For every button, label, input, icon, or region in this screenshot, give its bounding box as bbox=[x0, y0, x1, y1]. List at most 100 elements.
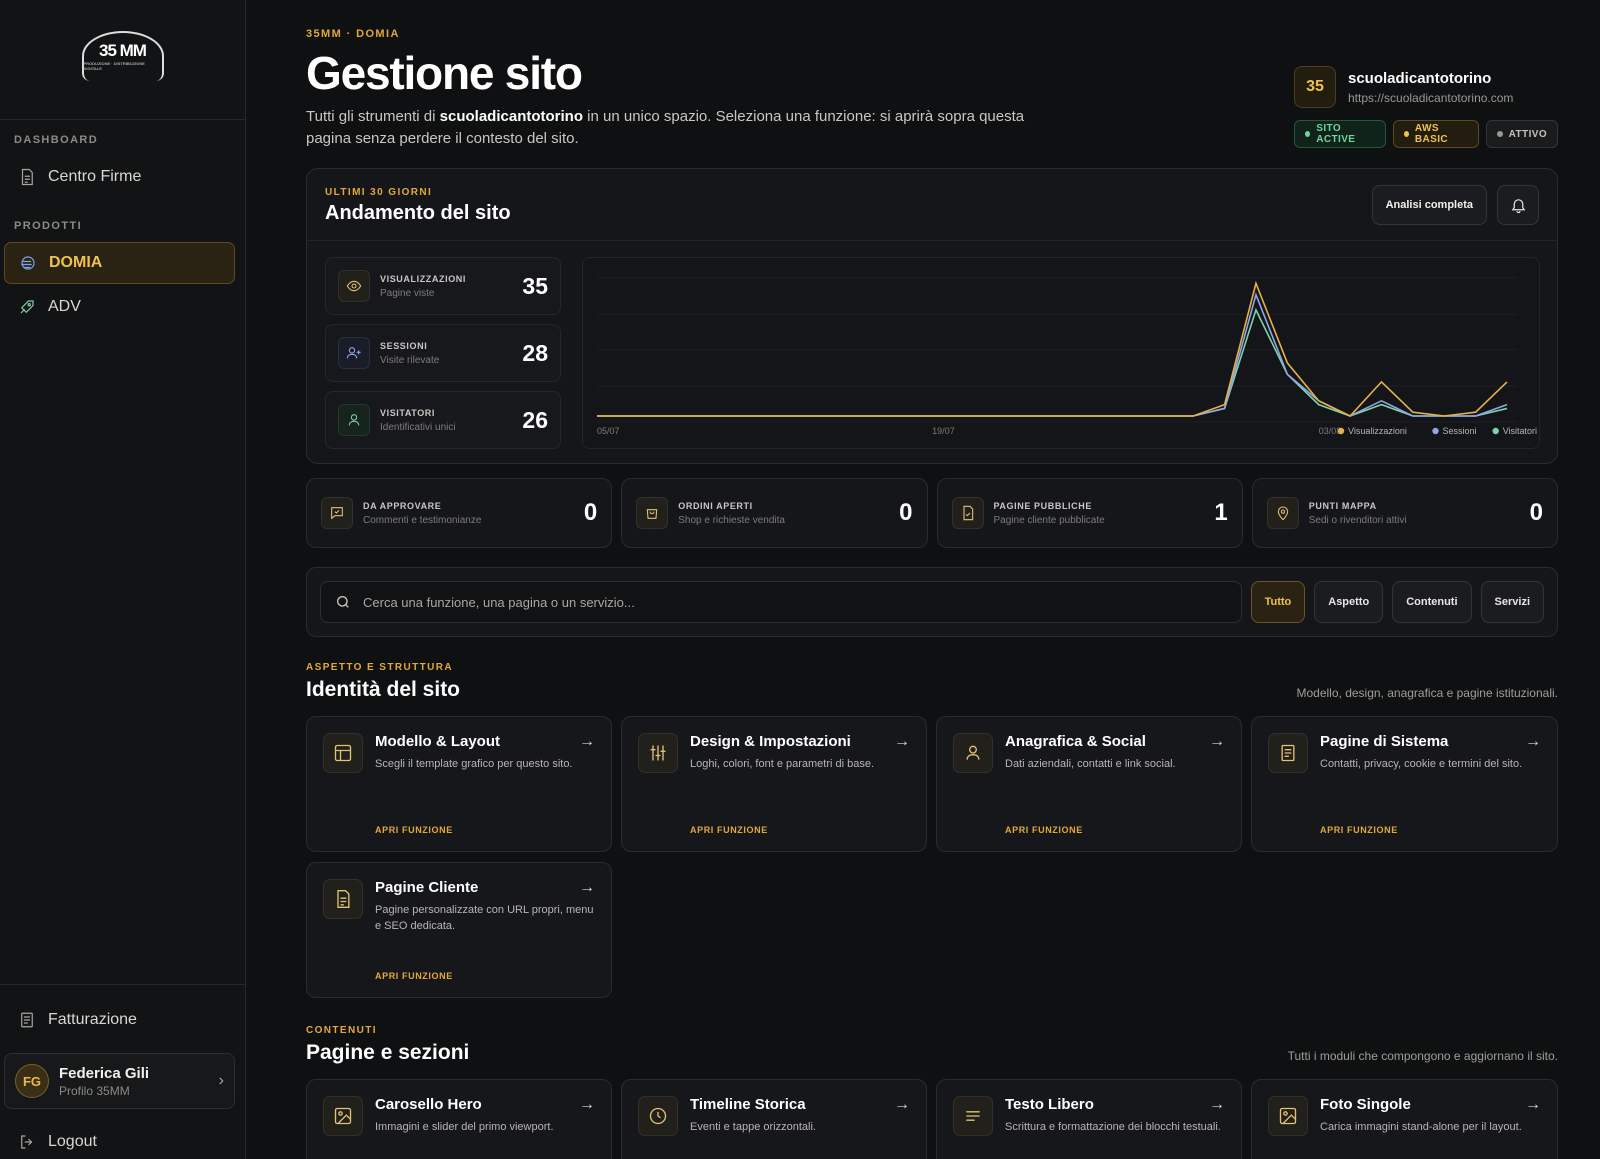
full-analysis-button[interactable]: Analisi completa bbox=[1371, 185, 1487, 225]
comment-check-icon bbox=[321, 497, 353, 529]
card-title: Foto Singole bbox=[1320, 1096, 1411, 1113]
card-description: Dati aziendali, contatti e link social. bbox=[1005, 758, 1176, 770]
function-card-hero-carousel[interactable]: Carosello Hero Immagini e slider del pri… bbox=[306, 1079, 612, 1159]
file-text-icon bbox=[323, 879, 363, 919]
kpi-label: DA APPROVARE bbox=[363, 500, 442, 511]
card-description: Immagini e slider del primo viewport. bbox=[375, 1121, 554, 1133]
stat-sub: Identificativi unici bbox=[380, 421, 456, 433]
page-description: Tutti gli strumenti di scuoladicantotori… bbox=[306, 106, 1066, 150]
sidebar-item-label: Fatturazione bbox=[48, 1011, 137, 1028]
search-input[interactable] bbox=[363, 594, 1227, 610]
open-function-link[interactable]: APRI FUNZIONE bbox=[1005, 825, 1083, 835]
brand-logo[interactable]: 35 MM PRODUZIONE · DISTRIBUZIONE DIGITAL… bbox=[81, 30, 164, 81]
function-card-free-text[interactable]: Testo Libero Scrittura e formattazione d… bbox=[936, 1079, 1242, 1159]
page-title: Gestione sito bbox=[306, 47, 583, 99]
arrow-right-icon: → bbox=[1209, 1096, 1225, 1113]
filter-tab-all[interactable]: Tutto bbox=[1250, 581, 1306, 623]
kpi-card-open-orders[interactable]: ORDINI APERTI Shop e richieste vendita 0 bbox=[621, 478, 928, 548]
site-name: scuoladicantotorino bbox=[1348, 69, 1492, 87]
filter-tab-contents[interactable]: Contenuti bbox=[1392, 581, 1472, 623]
status-badge-site-active: SITO ACTIVE bbox=[1294, 120, 1386, 148]
x-tick-label: 05/07 bbox=[597, 426, 620, 436]
search-field[interactable] bbox=[320, 581, 1242, 623]
user-plus-icon bbox=[338, 337, 370, 369]
card-title: Testo Libero bbox=[1005, 1096, 1094, 1113]
shopping-bag-icon bbox=[636, 497, 669, 529]
adv-rocket-icon bbox=[20, 300, 34, 314]
kpi-card-to-approve[interactable]: DA APPROVARE Commenti e testimonianze 0 bbox=[306, 478, 613, 548]
open-function-link[interactable]: APRI FUNZIONE bbox=[375, 825, 453, 835]
function-card-registry[interactable]: Anagrafica & Social Dati aziendali, cont… bbox=[936, 716, 1242, 852]
trend-chart: 05/07 19/07 03/08 Visualizzazioni Sessioni Vi… bbox=[582, 257, 1540, 449]
kpi-card-public-pages[interactable]: PAGINE PUBBLICHE Pagine cliente pubblicat… bbox=[936, 478, 1243, 548]
text-align-icon bbox=[953, 1096, 993, 1136]
function-card-single-photos[interactable]: Foto Singole Carica immagini stand-alone… bbox=[1251, 1079, 1558, 1159]
stat-value: 28 bbox=[522, 339, 548, 366]
stat-label: VISUALIZZAZIONI bbox=[380, 273, 466, 284]
map-pin-icon bbox=[1266, 497, 1299, 529]
section-eyebrow: ASPETTO E STRUTTURA bbox=[306, 662, 453, 673]
card-title: Pagine Cliente bbox=[375, 879, 479, 896]
sidebar: 35 MM PRODUZIONE · DISTRIBUZIONE DIGITAL… bbox=[0, 0, 246, 1159]
card-title: Timeline Storica bbox=[690, 1096, 806, 1113]
function-card-design[interactable]: Design & Impostazioni Loghi, colori, fon… bbox=[621, 716, 927, 852]
sidebar-item-domia[interactable]: DOMIA bbox=[4, 242, 235, 284]
legend-label: Visualizzazioni bbox=[1348, 426, 1407, 436]
sidebar-item-billing[interactable]: Fatturazione bbox=[4, 999, 235, 1041]
arrow-right-icon: → bbox=[894, 1096, 910, 1113]
arrow-right-icon: → bbox=[1525, 1096, 1541, 1113]
layout-icon bbox=[323, 733, 363, 773]
section-label-products: PRODOTTI bbox=[14, 220, 83, 232]
status-badges: SITO ACTIVE AWS BASIC ATTIVO bbox=[1294, 120, 1558, 148]
arrow-right-icon: → bbox=[1525, 733, 1541, 750]
legend-swatch bbox=[1432, 427, 1439, 435]
site-info-card: 35 scuoladicantotorino https://scuoladic… bbox=[1294, 66, 1558, 148]
sliders-icon bbox=[638, 733, 678, 773]
section-note: Modello, design, anagrafica e pagine ist… bbox=[1296, 686, 1559, 700]
x-tick-label: 19/07 bbox=[932, 426, 955, 436]
open-function-link[interactable]: APRI FUNZIONE bbox=[1320, 825, 1398, 835]
logout-button[interactable]: Logout bbox=[4, 1121, 235, 1159]
status-badge-attivo: ATTIVO bbox=[1485, 120, 1558, 148]
document-icon bbox=[21, 168, 33, 186]
legend-label: Visitatori bbox=[1503, 426, 1537, 436]
logo-area: 35 MM PRODUZIONE · DISTRIBUZIONE DIGITAL… bbox=[0, 0, 245, 120]
sidebar-item-centro-firme[interactable]: Centro Firme bbox=[4, 156, 235, 198]
sidebar-item-label: ADV bbox=[48, 298, 81, 315]
section-header-identity: ASPETTO E STRUTTURA Identità del sito Mo… bbox=[306, 662, 1558, 702]
function-card-timeline[interactable]: Timeline Storica Eventi e tappe orizzont… bbox=[621, 1079, 927, 1159]
card-description: Carica immagini stand-alone per il layou… bbox=[1320, 1121, 1522, 1133]
breadcrumb: 35MM · DOMIA bbox=[306, 28, 400, 40]
bell-icon bbox=[1511, 198, 1525, 213]
sidebar-item-label: DOMIA bbox=[49, 254, 103, 271]
open-function-link[interactable]: APRI FUNZIONE bbox=[690, 825, 768, 835]
kpi-sub: Commenti e testimonianze bbox=[363, 514, 482, 526]
card-description: Eventi e tappe orizzontali. bbox=[690, 1121, 816, 1133]
kpi-sub: Shop e richieste vendita bbox=[678, 514, 785, 526]
user-profile-card[interactable]: FG Federica Gili Profilo 35MM › bbox=[4, 1053, 235, 1109]
function-card-layout[interactable]: Modello & Layout Scegli il template graf… bbox=[306, 716, 612, 852]
kpi-label: PUNTI MAPPA bbox=[1308, 500, 1377, 511]
stat-sub: Pagine viste bbox=[380, 287, 435, 299]
stat-label: SESSIONI bbox=[380, 340, 428, 351]
open-function-link[interactable]: APRI FUNZIONE bbox=[375, 971, 453, 981]
kpi-value: 0 bbox=[899, 499, 913, 526]
arrow-right-icon: → bbox=[579, 879, 595, 896]
filter-tab-aspect[interactable]: Aspetto bbox=[1314, 581, 1384, 623]
arrow-right-icon: → bbox=[894, 733, 910, 750]
notifications-button[interactable] bbox=[1497, 185, 1539, 225]
filter-tab-services[interactable]: Servizi bbox=[1480, 581, 1544, 623]
sidebar-item-adv[interactable]: ADV bbox=[4, 286, 235, 328]
kpi-sub: Sedi o rivenditori attivi bbox=[1308, 514, 1407, 526]
card-description: Loghi, colori, font e parametri di base. bbox=[690, 758, 875, 770]
file-check-icon bbox=[951, 497, 984, 529]
logout-label: Logout bbox=[48, 1133, 97, 1150]
function-card-client-pages[interactable]: Pagine Cliente Pagine personalizzate con… bbox=[306, 862, 612, 998]
arrow-right-icon: → bbox=[1209, 733, 1225, 750]
kpi-sub: Pagine cliente pubblicate bbox=[993, 514, 1105, 526]
site-url-link[interactable]: https://scuoladicantotorino.com bbox=[1348, 91, 1513, 105]
domia-icon bbox=[21, 256, 35, 270]
kpi-card-map-points[interactable]: PUNTI MAPPA Sedi o rivenditori attivi 0 bbox=[1251, 478, 1558, 548]
function-card-system-pages[interactable]: Pagine di Sistema Contatti, privacy, coo… bbox=[1251, 716, 1558, 852]
logout-icon bbox=[21, 1135, 33, 1149]
